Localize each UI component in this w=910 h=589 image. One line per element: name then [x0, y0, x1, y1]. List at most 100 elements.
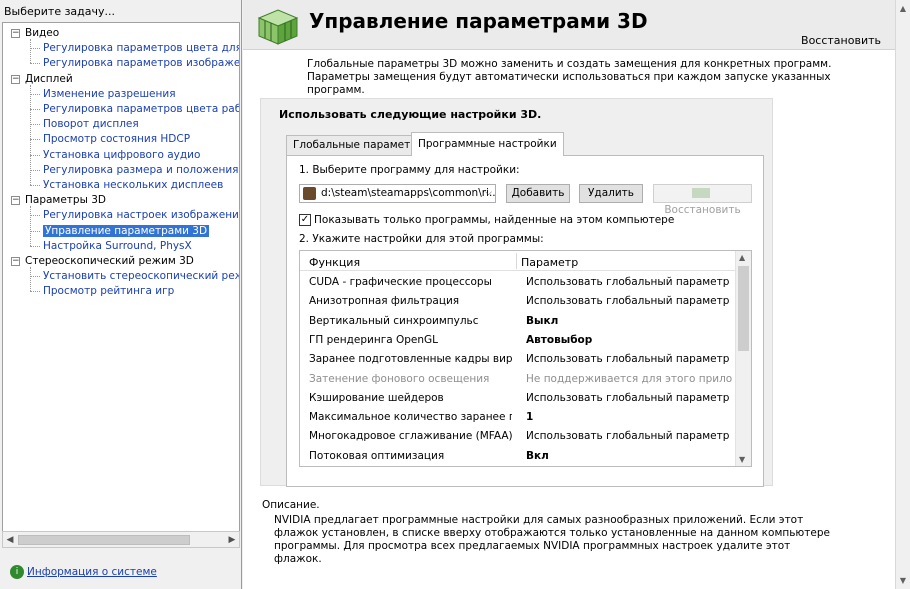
- tree-item[interactable]: Установить стереоскопический режим 3: [3, 269, 239, 284]
- tree-item-label: Регулировка настроек изображения с пр: [43, 209, 240, 222]
- tree-item-label: Регулировка параметров изображения д: [43, 57, 240, 70]
- arrow-down-icon[interactable]: ▼: [898, 576, 908, 585]
- remove-program-button[interactable]: Удалить: [579, 184, 643, 203]
- arrow-right-icon[interactable]: ▶: [226, 534, 238, 546]
- tree-connector: [30, 206, 31, 246]
- intro-text: Глобальные параметры 3D можно заменить и…: [307, 58, 832, 96]
- setting-function: Потоковая оптимизация: [309, 449, 445, 462]
- restore-program-label: Восстановить: [664, 204, 741, 216]
- program-select-value: d:\steam\steamapps\common\ri...: [321, 187, 496, 199]
- content-pane: Управление параметрами 3D Восстановить Г…: [243, 0, 910, 589]
- setting-parameter[interactable]: Использовать глобальный параметр (Все): [526, 273, 732, 292]
- tree-item-label: Установка нескольких дисплеев: [43, 179, 224, 191]
- collapse-icon[interactable]: −: [11, 196, 20, 206]
- arrow-left-icon[interactable]: ◀: [4, 534, 16, 546]
- setting-parameter[interactable]: Использовать глобальный параметр (У...: [526, 292, 732, 311]
- tree-item-label: Регулировка параметров цвета для вид: [43, 42, 240, 55]
- step-1-label: 1. Выберите программу для настройки:: [299, 164, 520, 176]
- restore-defaults-link[interactable]: Восстановить: [801, 34, 881, 47]
- collapse-icon[interactable]: −: [11, 257, 20, 266]
- tree-item[interactable]: Установка цифрового аудио: [3, 148, 200, 163]
- settings-group-title: Использовать следующие настройки 3D.: [279, 108, 542, 121]
- program-icon: [303, 187, 316, 200]
- tree-scroll-thumb[interactable]: [18, 535, 190, 545]
- setting-function: Затенение фонового освещения: [309, 372, 490, 385]
- checkbox-label: Показывать только программы, найденные н…: [314, 214, 675, 226]
- tree-item[interactable]: Регулировка параметров цвета рабочег: [3, 102, 240, 117]
- system-info-label[interactable]: Информация о системе: [27, 566, 157, 578]
- collapse-icon[interactable]: −: [11, 74, 20, 84]
- tree-horizontal-scrollbar[interactable]: ◀ ▶: [2, 531, 240, 548]
- description-text: NVIDIA предлагает программные настройки …: [274, 514, 830, 565]
- tab-program-settings[interactable]: Программные настройки: [411, 132, 564, 156]
- setting-function: CUDA - графические процессоры: [309, 276, 492, 288]
- settings-row[interactable]: Многокадровое сглаживание (MFAA) Использо…: [300, 427, 737, 446]
- tree-item[interactable]: Установка нескольких дисплеев: [3, 178, 223, 193]
- arrow-up-icon[interactable]: ▲: [898, 4, 908, 13]
- add-program-button[interactable]: Добавить: [506, 184, 570, 203]
- program-settings-panel: 1. Выберите программу для настройки: d:\…: [286, 155, 764, 487]
- tree-connector: [30, 84, 31, 185]
- tree-item[interactable]: Регулировка размера и положения рабо: [3, 163, 239, 178]
- tree-item-label: Управление параметрами 3D: [43, 224, 210, 237]
- setting-function: Заранее подготовленные кадры вирту...: [309, 353, 512, 366]
- settings-row[interactable]: CUDA - графические процессоры Использоват…: [300, 273, 737, 292]
- tree-item[interactable]: Регулировка настроек изображения с пр: [3, 208, 240, 223]
- tree-category[interactable]: − Дисплей: [3, 72, 73, 87]
- settings-list-header: Функция Параметр: [300, 251, 737, 271]
- tree-item-label: Настройка Surround, PhysX: [43, 239, 192, 252]
- column-separator: [516, 253, 517, 269]
- settings-list[interactable]: Функция Параметр CUDA - графические проц…: [299, 250, 752, 467]
- tree-item[interactable]: Регулировка параметров изображения д: [3, 56, 240, 71]
- arrow-down-icon[interactable]: ▼: [739, 455, 745, 464]
- settings-row[interactable]: Затенение фонового освещения Не поддержив…: [300, 370, 737, 389]
- settings-row[interactable]: Потоковая оптимизация Вкл: [300, 447, 737, 466]
- setting-parameter[interactable]: Не поддерживается для этого приложе: [526, 370, 732, 389]
- task-tree-content: −ВидеоРегулировка параметров цвета для в…: [3, 23, 239, 531]
- settings-scroll-thumb[interactable]: [738, 266, 749, 351]
- restore-program-button[interactable]: Восстановить: [653, 184, 752, 216]
- tree-category[interactable]: − Параметры 3D: [3, 193, 106, 208]
- tree-item[interactable]: Настройка Surround, PhysX: [3, 239, 192, 254]
- setting-parameter[interactable]: Автовыбор: [526, 331, 732, 350]
- setting-parameter[interactable]: Использовать глобальный параметр (В...: [526, 427, 732, 446]
- settings-row[interactable]: Вертикальный синхроимпульс Выкл: [300, 312, 737, 331]
- settings-row[interactable]: Анизотропная фильтрация Использовать глоб…: [300, 292, 737, 311]
- checkmark-icon[interactable]: ✓: [299, 214, 311, 226]
- arrow-up-icon[interactable]: ▲: [739, 253, 745, 262]
- column-header-parameter[interactable]: Параметр: [521, 256, 578, 269]
- column-header-function[interactable]: Функция: [309, 256, 360, 269]
- tree-category[interactable]: − Видео: [3, 26, 59, 41]
- setting-parameter[interactable]: Использовать глобальный параметр (1): [526, 350, 732, 369]
- page-header: Управление параметрами 3D Восстановить: [243, 0, 895, 50]
- setting-function: Многокадровое сглаживание (MFAA): [309, 430, 512, 443]
- tree-item[interactable]: Поворот дисплея: [3, 117, 139, 132]
- setting-function: ГП рендеринга OpenGL: [309, 333, 439, 346]
- collapse-icon[interactable]: −: [11, 29, 20, 38]
- tree-item[interactable]: Просмотр состояния HDCP: [3, 132, 190, 147]
- tree-item-label: Регулировка параметров цвета рабочег: [43, 103, 240, 115]
- tree-item[interactable]: Управление параметрами 3D: [3, 224, 210, 239]
- settings-row[interactable]: Заранее подготовленные кадры вирту... Исп…: [300, 350, 737, 369]
- setting-parameter[interactable]: Использовать глобальный параметр (В...: [526, 389, 732, 408]
- tree-item[interactable]: Регулировка параметров цвета для вид: [3, 41, 240, 56]
- tree-category[interactable]: − Стереоскопический режим 3D: [3, 254, 194, 269]
- settings-group: Использовать следующие настройки 3D. Гло…: [260, 98, 773, 487]
- program-select[interactable]: d:\steam\steamapps\common\ri... ⌵: [299, 184, 496, 203]
- task-pane-title: Выберите задачу...: [4, 5, 116, 18]
- setting-parameter[interactable]: Выкл: [526, 312, 732, 331]
- show-installed-only-checkbox[interactable]: ✓ Показывать только программы, найденные …: [299, 214, 674, 227]
- content-vertical-scrollbar[interactable]: ▲ ▼: [895, 0, 910, 589]
- task-tree[interactable]: −ВидеоРегулировка параметров цвета для в…: [2, 22, 240, 532]
- settings-row[interactable]: ГП рендеринга OpenGL Автовыбор: [300, 331, 737, 350]
- settings-row[interactable]: Кэширование шейдеров Использовать глобаль…: [300, 389, 737, 408]
- tree-item[interactable]: Изменение разрешения: [3, 87, 176, 102]
- settings-row[interactable]: Максимальное количество заранее под... 1: [300, 408, 737, 427]
- system-info-link[interactable]: i Информация о системе: [10, 564, 157, 580]
- setting-parameter[interactable]: 1: [526, 408, 732, 427]
- settings-list-scrollbar[interactable]: ▲ ▼: [735, 251, 751, 466]
- setting-function: Анизотропная фильтрация: [309, 295, 460, 308]
- chevron-down-icon[interactable]: ⌵: [485, 185, 492, 202]
- setting-parameter[interactable]: Вкл: [526, 447, 732, 466]
- tree-item[interactable]: Просмотр рейтинга игр: [3, 284, 174, 299]
